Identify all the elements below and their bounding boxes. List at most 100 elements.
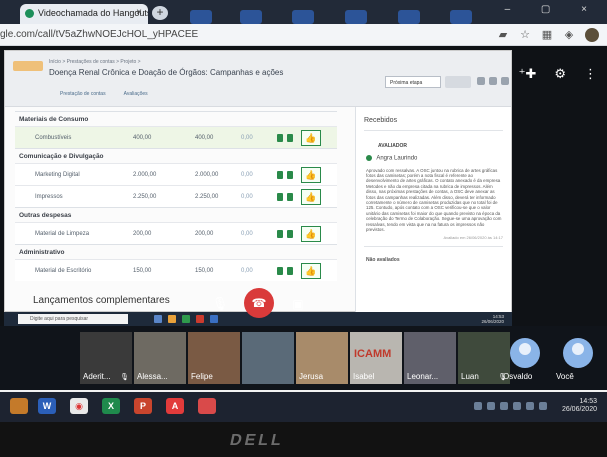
participant-tile[interactable]: Você	[553, 332, 605, 384]
header-tool-icon[interactable]	[477, 77, 485, 85]
review-comment: Aprovado com ressalvas. A OSC juntou na …	[366, 167, 502, 233]
table-row[interactable]: Material de Escritório 150,00 150,00 0,0…	[15, 259, 337, 281]
taskbar-app-icon[interactable]	[198, 398, 216, 414]
participant-tile[interactable]: Aderit... 🎙	[80, 332, 132, 384]
participant-tile[interactable]: Alessa...	[134, 332, 186, 384]
table-row[interactable]: Impressos 2.250,00 2.250,00 0,00 👍	[15, 185, 337, 207]
approve-thumb-icon[interactable]: 👍	[301, 263, 321, 279]
approve-thumb-icon[interactable]: 👍	[301, 130, 321, 146]
document-icon[interactable]	[277, 267, 283, 275]
tray-icon[interactable]	[513, 402, 521, 410]
participant-name: Felipe	[191, 372, 213, 381]
participant-tile[interactable]: Jerusa	[296, 332, 348, 384]
powerpoint-icon[interactable]: P	[134, 398, 152, 414]
background-tab[interactable]	[345, 10, 367, 24]
background-tab[interactable]	[450, 10, 472, 24]
tab-prestacao-de-contas[interactable]: Prestação de contas	[60, 91, 106, 97]
window-controls[interactable]: – ▢ ×	[505, 4, 601, 15]
document-icon[interactable]	[287, 267, 293, 275]
stage-action-button[interactable]	[445, 76, 471, 88]
remote-app-icon[interactable]	[182, 315, 190, 323]
word-icon[interactable]: W	[38, 398, 56, 414]
row-planned: 2.000,00	[133, 172, 157, 178]
reviewer-name-text: Angra Laurindo	[376, 155, 418, 162]
table-row[interactable]: Marketing Digital 2.000,00 2.000,00 0,00…	[15, 163, 337, 185]
document-icon[interactable]	[287, 171, 293, 179]
new-tab-button[interactable]: +	[152, 6, 168, 20]
tray-icon[interactable]	[487, 402, 495, 410]
excel-icon[interactable]: X	[102, 398, 120, 414]
settings-icon[interactable]: ⚙	[554, 66, 566, 82]
header-tool-icon[interactable]	[501, 77, 509, 85]
document-icon[interactable]	[287, 193, 293, 201]
row-name: Material de Limpeza	[35, 231, 90, 237]
row-difference: 0,00	[241, 135, 253, 141]
remote-app-icon[interactable]	[210, 315, 218, 323]
profile-avatar[interactable]	[585, 28, 599, 42]
page-header: Início > Prestações de contas > Projeto …	[5, 51, 511, 107]
participant-tile[interactable]: Felipe	[188, 332, 240, 384]
document-icon[interactable]	[277, 134, 283, 142]
participant-tile[interactable]	[242, 332, 294, 384]
camera-toggle-icon[interactable]: ▣	[286, 292, 310, 316]
background-tab[interactable]	[398, 10, 420, 24]
cast-icon[interactable]: ◈	[563, 29, 575, 41]
microphone-toggle-icon[interactable]: 🎙	[208, 292, 232, 316]
remote-app-icon[interactable]	[168, 315, 176, 323]
star-icon[interactable]: ☆	[519, 29, 531, 41]
background-tab[interactable]	[240, 10, 262, 24]
document-icon[interactable]	[277, 230, 283, 238]
table-row[interactable]: Material de Limpeza 200,00 200,00 0,00 👍	[15, 222, 337, 244]
default-avatar-icon	[563, 338, 593, 368]
taskbar-app-icon[interactable]	[10, 398, 28, 414]
remote-clock-date: 26/06/2020	[481, 319, 504, 324]
screen-photo: Videochamada do Hangouts × + – ▢ × gle.c…	[0, 0, 607, 457]
reviewer-name[interactable]: Angra Laurindo	[356, 149, 511, 162]
tab-close-button[interactable]: ×	[136, 7, 142, 18]
approve-thumb-icon[interactable]: 👍	[301, 189, 321, 205]
participant-name: Você	[556, 372, 574, 381]
background-tab[interactable]	[292, 10, 314, 24]
volume-icon[interactable]	[539, 402, 547, 410]
not-evaluated-label[interactable]: Não avaliados	[356, 247, 511, 263]
participant-tile[interactable]: Osvaldo	[500, 332, 552, 384]
row-planned: 200,00	[133, 231, 152, 237]
approve-thumb-icon[interactable]: 👍	[301, 226, 321, 242]
remote-search-box[interactable]: Digite aqui para pesquisar	[18, 314, 128, 324]
more-options-icon[interactable]: ⋮	[584, 66, 597, 82]
chrome-icon[interactable]: ◉	[70, 398, 88, 414]
tab-hangouts[interactable]: Videochamada do Hangouts ×	[20, 4, 148, 24]
table-row[interactable]: Combustíveis 400,00 400,00 0,00 👍	[15, 126, 337, 148]
document-icon[interactable]	[277, 171, 283, 179]
participant-tile[interactable]: ICAMM Isabel	[350, 332, 402, 384]
breadcrumb[interactable]: Início > Prestações de contas > Projeto …	[49, 59, 141, 65]
local-clock[interactable]: 14:53 26/06/2020	[562, 398, 597, 414]
row-name: Combustíveis	[35, 135, 72, 141]
acrobat-icon[interactable]: A	[166, 398, 184, 414]
row-difference: 0,00	[241, 194, 253, 200]
row-executed: 2.000,00	[195, 172, 219, 178]
background-tab[interactable]	[190, 10, 212, 24]
participant-name: Leonar...	[407, 372, 439, 381]
document-icon[interactable]	[287, 230, 293, 238]
row-name: Material de Escritório	[35, 268, 92, 274]
remote-app-icon[interactable]	[154, 315, 162, 323]
participant-name: Jerusa	[299, 372, 324, 381]
add-people-icon[interactable]: ⁺✚	[519, 66, 537, 82]
document-icon[interactable]	[287, 134, 293, 142]
tray-icon[interactable]	[474, 402, 482, 410]
next-stage-select[interactable]: Próxima etapa	[385, 76, 441, 88]
key-icon[interactable]: ▰	[497, 29, 509, 41]
extensions-icon[interactable]: ▦	[541, 29, 553, 41]
approve-thumb-icon[interactable]: 👍	[301, 167, 321, 183]
remote-app-icon[interactable]	[196, 315, 204, 323]
mic-muted-icon: 🎙	[120, 374, 129, 381]
end-call-button[interactable]: ☎	[244, 288, 274, 318]
tab-avaliacoes[interactable]: Avaliações	[124, 91, 148, 97]
tray-icon[interactable]	[526, 402, 534, 410]
participant-tile[interactable]: Leonar...	[404, 332, 456, 384]
document-icon[interactable]	[277, 193, 283, 201]
tray-icon[interactable]	[500, 402, 508, 410]
url-field[interactable]: gle.com/call/tV5aZhwNOEJcHOL_yHPACEE	[0, 29, 198, 40]
header-tool-icon[interactable]	[489, 77, 497, 85]
